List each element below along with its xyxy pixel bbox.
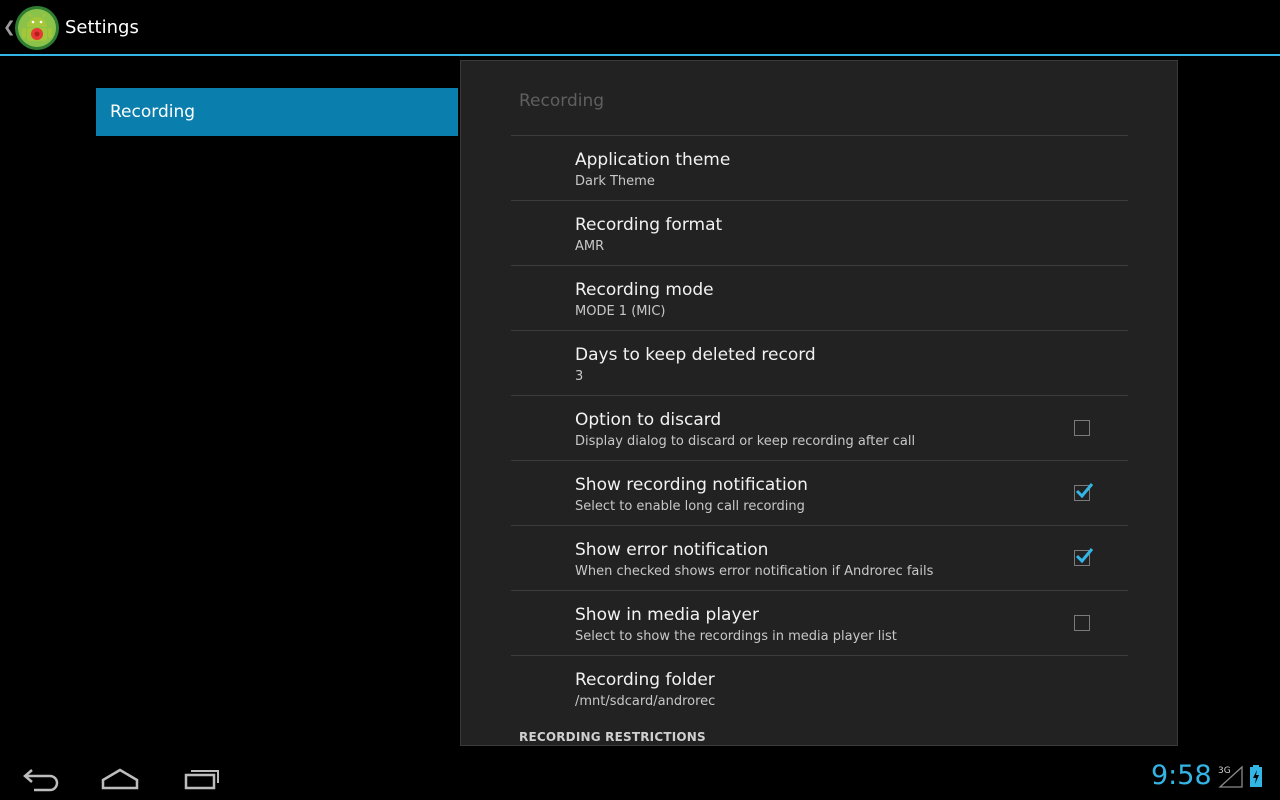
pref-title: Days to keep deleted record: [575, 345, 816, 365]
pref-title: Application theme: [575, 150, 731, 170]
preference-list: Application theme Dark Theme Recording f…: [511, 135, 1128, 720]
pref-recording-format[interactable]: Recording format AMR: [511, 200, 1128, 265]
pref-summary: /mnt/sdcard/androrec: [575, 694, 716, 709]
pref-summary: Dark Theme: [575, 174, 655, 189]
preferences-panel[interactable]: Recording Application theme Dark Theme R…: [460, 60, 1178, 746]
pref-option-to-discard[interactable]: Option to discard Display dialog to disc…: [511, 395, 1128, 460]
checkmark-icon: [1075, 548, 1094, 564]
pref-summary: MODE 1 (MIC): [575, 304, 666, 319]
network-type: 3G: [1218, 766, 1231, 776]
show-error-notification-checkbox[interactable]: [1074, 548, 1094, 566]
system-bar: 9:58 3G: [0, 752, 1280, 800]
pref-summary: 3: [575, 369, 584, 384]
battery-icon[interactable]: [1249, 765, 1263, 787]
pref-summary: Select to enable long call recording: [575, 499, 805, 514]
pref-summary: AMR: [575, 239, 605, 254]
clock: 9:58: [1151, 760, 1212, 791]
checkmark-icon: [1075, 483, 1094, 499]
pref-title: Option to discard: [575, 410, 722, 430]
section-header-recording-restrictions: RECORDING RESTRICTIONS: [519, 730, 706, 744]
pref-recording-mode[interactable]: Recording mode MODE 1 (MIC): [511, 265, 1128, 330]
action-bar-divider: [0, 54, 1280, 56]
header-item-label: Recording: [110, 102, 196, 122]
show-recording-notification-checkbox[interactable]: [1074, 483, 1094, 501]
pref-days-to-keep-deleted[interactable]: Days to keep deleted record 3: [511, 330, 1128, 395]
pref-title: Recording folder: [575, 670, 715, 690]
pref-show-error-notification[interactable]: Show error notification When checked sho…: [511, 525, 1128, 590]
preference-headers: Recording: [96, 88, 458, 136]
pref-title: Recording format: [575, 215, 723, 235]
android-recorder-icon: [15, 6, 59, 50]
pref-title: Show recording notification: [575, 475, 808, 495]
option-to-discard-checkbox[interactable]: [1074, 420, 1090, 436]
pref-title: Show error notification: [575, 540, 769, 560]
home-icon[interactable]: [96, 762, 144, 792]
pref-show-in-media-player[interactable]: Show in media player Select to show the …: [511, 590, 1128, 655]
pref-summary: When checked shows error notification if…: [575, 564, 934, 579]
header-item-recording[interactable]: Recording: [96, 88, 458, 136]
pref-summary: Select to show the recordings in media p…: [575, 629, 897, 644]
recent-apps-icon[interactable]: [178, 762, 226, 792]
pref-application-theme[interactable]: Application theme Dark Theme: [511, 135, 1128, 200]
pref-summary: Display dialog to discard or keep record…: [575, 434, 916, 449]
action-bar: ❮ Settings: [0, 0, 1280, 56]
pref-title: Recording mode: [575, 280, 714, 300]
back-icon[interactable]: [20, 762, 68, 792]
category-title: Recording: [519, 91, 605, 111]
show-in-media-player-checkbox[interactable]: [1074, 615, 1090, 631]
pref-recording-folder[interactable]: Recording folder /mnt/sdcard/androrec: [511, 655, 1128, 720]
pref-show-recording-notification[interactable]: Show recording notification Select to en…: [511, 460, 1128, 525]
page-title: Settings: [65, 17, 139, 38]
signal-icon[interactable]: 3G: [1216, 764, 1246, 788]
pref-title: Show in media player: [575, 605, 759, 625]
